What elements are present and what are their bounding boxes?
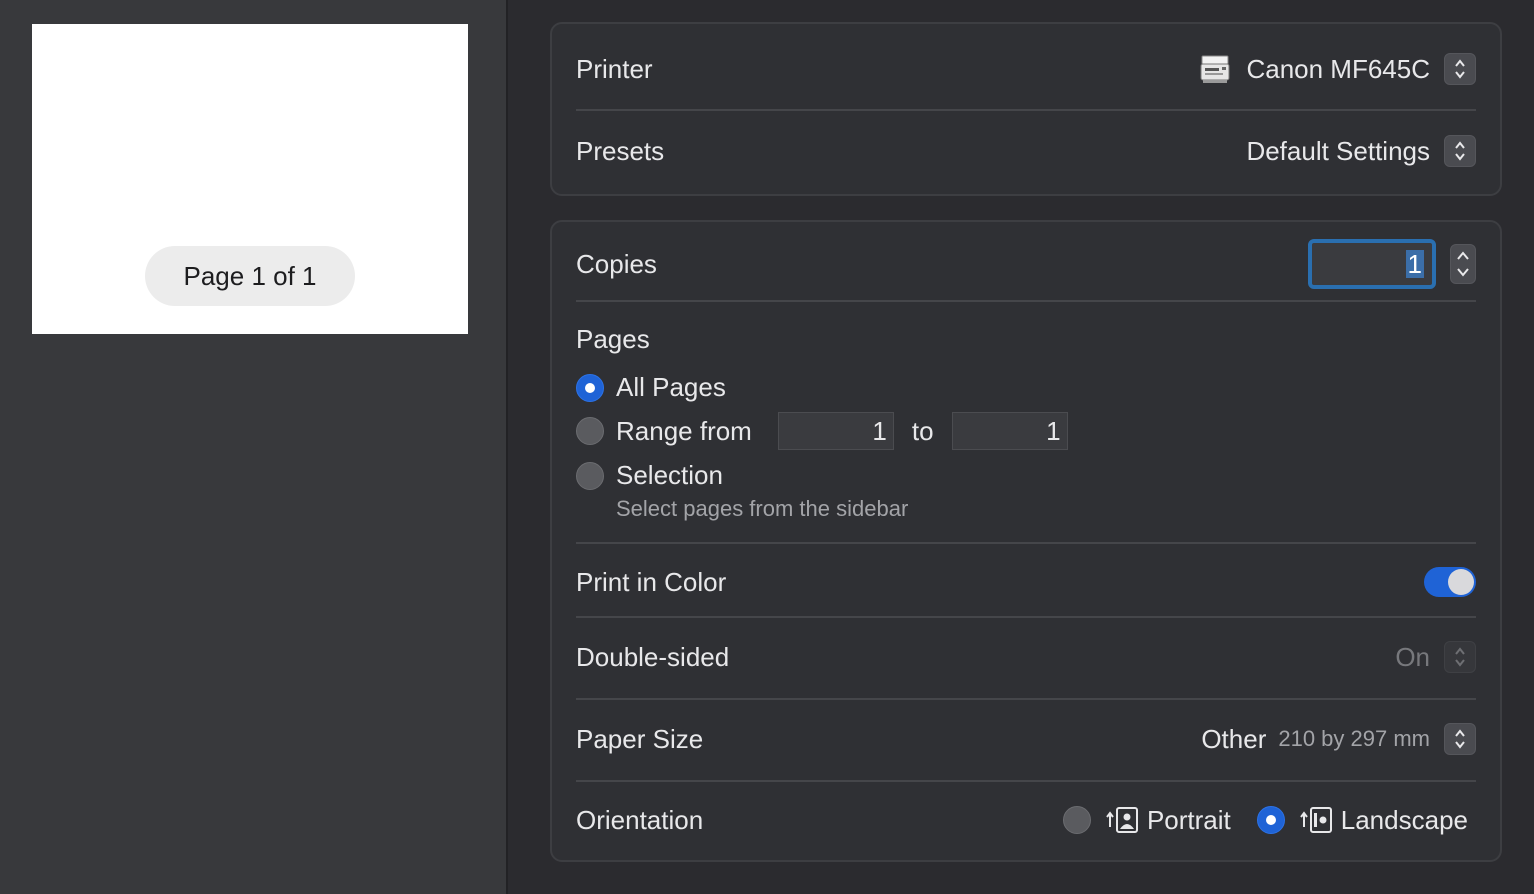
chevron-up-icon[interactable]	[1456, 250, 1470, 262]
range-option[interactable]: Range from 1 to 1	[576, 412, 1068, 450]
double-sided-value: On	[1395, 641, 1430, 672]
selection-label: Selection	[616, 460, 723, 490]
selection-hint: Select pages from the sidebar	[616, 496, 909, 521]
landscape-label: Landscape	[1340, 804, 1468, 835]
print-in-color-label: Print in Color	[576, 566, 727, 597]
paper-size-label: Paper Size	[576, 723, 704, 754]
presets-popup-arrows-icon[interactable]	[1444, 135, 1476, 167]
page-preview[interactable]: Page 1 of 1	[32, 24, 468, 334]
paper-size-value: Other	[1201, 723, 1267, 754]
range-to-value: 1	[1046, 415, 1061, 446]
portrait-radio[interactable]	[1062, 806, 1091, 834]
preview-sidebar: Page 1 of 1	[0, 0, 508, 894]
chevron-down-icon[interactable]	[1456, 266, 1470, 278]
print-settings-panel: Printer Canon MF645C Presets Default Set…	[510, 0, 1534, 894]
all-pages-label: All Pages	[616, 372, 726, 402]
landscape-icon	[1299, 807, 1332, 833]
page-indicator: Page 1 of 1	[145, 246, 355, 306]
range-from-input[interactable]: 1	[777, 412, 894, 450]
orientation-options: Portrait Landscape	[1037, 805, 1468, 836]
landscape-option[interactable]: Landscape	[1256, 804, 1468, 836]
pages-title: Pages	[576, 324, 650, 354]
double-sided-popup-arrows-icon[interactable]	[1444, 641, 1476, 673]
presets-label: Presets	[576, 135, 665, 166]
portrait-icon	[1106, 807, 1138, 833]
copies-stepper[interactable]	[1450, 244, 1476, 284]
copies-control: 1	[1308, 239, 1476, 289]
copies-value: 1	[1405, 249, 1424, 279]
print-in-color-row: Print in Color	[576, 560, 1476, 604]
portrait-option[interactable]: Portrait	[1062, 804, 1231, 836]
options-card: Copies 1 Pages All Pages Range from 1 to…	[550, 220, 1502, 862]
print-in-color-toggle[interactable]	[1424, 567, 1476, 597]
divider	[576, 109, 1476, 111]
portrait-label: Portrait	[1146, 804, 1231, 835]
printer-icon	[1200, 55, 1230, 83]
presets-value: Default Settings	[1246, 135, 1430, 166]
range-label: Range from	[616, 415, 752, 446]
presets-popup[interactable]: Default Settings	[1246, 135, 1476, 167]
divider	[576, 542, 1476, 544]
double-sided-row: Double-sided On	[576, 634, 1476, 680]
paper-size-popup-arrows-icon[interactable]	[1444, 723, 1476, 755]
divider	[576, 780, 1476, 782]
all-pages-radio[interactable]	[576, 373, 604, 402]
printer-card: Printer Canon MF645C Presets Default Set…	[550, 22, 1502, 196]
range-radio[interactable]	[576, 417, 604, 445]
range-to-label: to	[911, 415, 934, 446]
printer-value: Canon MF645C	[1246, 53, 1430, 84]
landscape-radio[interactable]	[1256, 806, 1285, 834]
divider	[576, 616, 1476, 618]
divider	[576, 698, 1476, 700]
paper-size-detail: 210 by 297 mm	[1278, 726, 1430, 751]
selection-option[interactable]: Selection	[576, 460, 723, 491]
copies-label: Copies	[576, 248, 657, 279]
selection-radio[interactable]	[576, 461, 604, 490]
paper-size-row: Paper Size Other 210 by 297 mm	[576, 716, 1476, 762]
presets-row: Presets Default Settings	[576, 128, 1476, 174]
orientation-label: Orientation	[576, 804, 704, 835]
double-sided-popup[interactable]: On	[1395, 641, 1476, 673]
orientation-row: Orientation Portrait Landscape	[576, 798, 1468, 842]
paper-size-popup[interactable]: Other 210 by 297 mm	[1201, 723, 1476, 755]
range-to-input[interactable]: 1	[951, 412, 1068, 450]
double-sided-label: Double-sided	[576, 641, 730, 672]
printer-popup[interactable]: Canon MF645C	[1198, 52, 1476, 86]
range-from-value: 1	[872, 415, 887, 446]
printer-popup-arrows-icon[interactable]	[1444, 53, 1476, 85]
copies-input[interactable]: 1	[1308, 239, 1436, 289]
all-pages-option[interactable]: All Pages	[576, 372, 726, 403]
copies-row: Copies 1	[576, 238, 1476, 290]
printer-row: Printer Canon MF645C	[576, 46, 1476, 92]
printer-label: Printer	[576, 53, 653, 84]
divider	[576, 300, 1476, 302]
